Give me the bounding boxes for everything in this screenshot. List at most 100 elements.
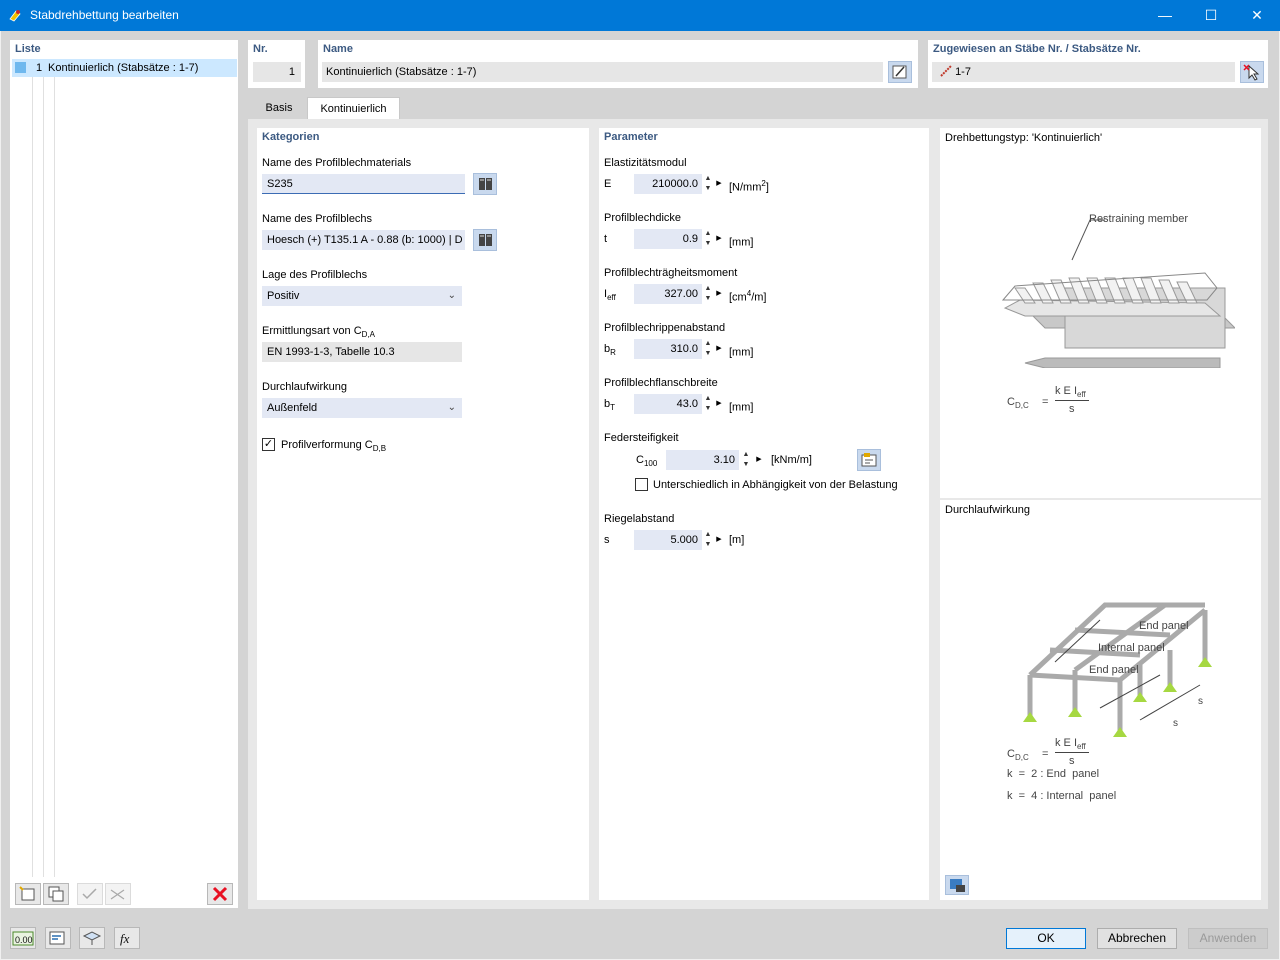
assigned-panel: Zugewiesen an Stäbe Nr. / Stabsätze Nr. … [928, 40, 1268, 88]
svg-text:0.00: 0.00 [15, 935, 33, 945]
param-input[interactable]: 0.9 [634, 229, 702, 249]
formula-top: CD,C = k E Ieff s [1007, 384, 1127, 418]
copy-icon [48, 886, 64, 902]
param-unit: [N/mm2] [729, 179, 769, 194]
param-arrow-icon[interactable]: ▶ [714, 174, 724, 194]
parameter-panel: Parameter Elastizitätsmodul E 210000.0 ▲ ▼ ▶[… [599, 128, 929, 900]
param-symbol: bT [604, 398, 616, 413]
k-end-text: k = 2 : End panel [1007, 768, 1100, 780]
chevron-down-icon: ⌄ [447, 402, 456, 413]
categories-header: Kategorien [262, 131, 320, 143]
param-input[interactable]: 43.0 [634, 394, 702, 414]
name-field[interactable]: Kontinuierlich (Stabsätze : 1-7) [322, 62, 883, 82]
spring-label: Federsteifigkeit [604, 432, 679, 444]
check-all-button[interactable] [77, 883, 103, 905]
sheet-library-button[interactable] [473, 229, 497, 251]
position-select[interactable]: Positiv ⌄ [262, 286, 462, 306]
formula-eq: = [1042, 396, 1049, 408]
new-item-icon [19, 886, 35, 901]
library-book-icon [479, 178, 492, 190]
param-label: Elastizitätsmodul [604, 157, 687, 169]
param-input[interactable]: 310.0 [634, 339, 702, 359]
uncheck-all-button[interactable] [105, 883, 131, 905]
tree-line [54, 77, 55, 877]
spacing-arrow-icon[interactable]: ▶ [714, 530, 724, 550]
method-field: EN 1993-1-3, Tabelle 10.3 [262, 342, 462, 362]
uncheck-icon [110, 889, 125, 900]
param-spinner[interactable]: ▲ ▼ [703, 174, 713, 194]
param-input[interactable]: 327.00 [634, 284, 702, 304]
method-label: Ermittlungsart von CD,A [262, 325, 375, 340]
display-settings-icon [49, 931, 65, 945]
spring-spinner[interactable]: ▲ ▼ [741, 450, 751, 470]
parameter-header: Parameter [604, 131, 658, 143]
continuity-select[interactable]: Außenfeld ⌄ [262, 398, 462, 418]
material-library-button[interactable] [473, 173, 497, 195]
k-internal-text: k = 4 : Internal panel [1007, 790, 1117, 802]
param-spinner[interactable]: ▲ ▼ [703, 339, 713, 359]
delete-button[interactable] [207, 883, 233, 905]
param-unit: [cm4/m] [729, 289, 767, 304]
assigned-label: Zugewiesen an Stäbe Nr. / Stabsätze Nr. [933, 43, 1141, 55]
minimize-button[interactable]: — [1142, 0, 1188, 31]
assigned-field[interactable]: 1-7 [932, 62, 1235, 82]
spring-input[interactable]: 3.10 [666, 450, 739, 470]
param-symbol: bR [604, 343, 616, 358]
spacing-spinner[interactable]: ▲ ▼ [703, 530, 713, 550]
item-color-swatch [15, 62, 26, 73]
material-input[interactable]: S235 [262, 174, 465, 194]
tree-line [43, 77, 44, 877]
apply-button[interactable]: Anwenden [1188, 928, 1268, 949]
image-options-button[interactable] [945, 875, 969, 895]
delete-icon [212, 886, 228, 902]
deformation-checkbox[interactable]: ✓ [262, 438, 275, 451]
tab-kontinuierlich[interactable]: Kontinuierlich [307, 97, 400, 119]
name-panel: Name Kontinuierlich (Stabsätze : 1-7) [318, 40, 918, 88]
maximize-button[interactable]: ☐ [1188, 0, 1234, 31]
app-icon [9, 10, 21, 22]
tab-basis[interactable]: Basis [254, 97, 304, 119]
end-panel-label-2: End panel [1089, 664, 1139, 676]
restraining-member-illustration [1001, 219, 1235, 368]
param-arrow-icon[interactable]: ▶ [714, 394, 724, 414]
span-s-label-1: s [1198, 696, 1203, 707]
spring-arrow-icon[interactable]: ▶ [754, 450, 764, 470]
load-dependent-checkbox[interactable] [635, 478, 648, 491]
param-spinner[interactable]: ▲ ▼ [703, 394, 713, 414]
view-button[interactable] [79, 927, 105, 949]
edit-name-button[interactable] [888, 61, 912, 83]
cancel-button[interactable]: Abbrechen [1097, 928, 1177, 949]
formula-button[interactable]: fx [114, 927, 140, 949]
param-input[interactable]: 210000.0 [634, 174, 702, 194]
new-item-button[interactable] [15, 883, 41, 905]
display-settings-button[interactable] [45, 927, 71, 949]
ok-button[interactable]: OK [1006, 928, 1086, 949]
name-label: Name [323, 43, 353, 55]
close-window-button[interactable]: ✕ [1234, 0, 1280, 31]
param-symbol: Ieff [604, 288, 616, 303]
number-field[interactable]: 1 [253, 62, 301, 82]
units-button[interactable]: 0.00 [10, 927, 36, 949]
param-spinner[interactable]: ▲ ▼ [703, 284, 713, 304]
param-arrow-icon[interactable]: ▶ [714, 339, 724, 359]
param-arrow-icon[interactable]: ▶ [714, 229, 724, 249]
title-bar: Stabdrehbettung bearbeiten — ☐ ✕ [0, 0, 1280, 31]
param-arrow-icon[interactable]: ▶ [714, 284, 724, 304]
svg-text:fx: fx [120, 931, 130, 946]
check-icon [82, 888, 97, 900]
sheet-input[interactable]: Hoesch (+) T135.1 A - 0.88 (b: 1000) | D [262, 230, 465, 250]
select-members-button[interactable] [1240, 61, 1264, 83]
list-item[interactable]: 1 Kontinuierlich (Stabsätze : 1-7) [12, 59, 237, 77]
assigned-value: 1-7 [955, 66, 971, 78]
spacing-symbol: s [604, 534, 610, 546]
spacing-input[interactable]: 5.000 [634, 530, 702, 550]
continuity-value: Außenfeld [267, 402, 318, 414]
spring-calc-button[interactable] [857, 449, 881, 471]
type-title: Drehbettungstyp: 'Kontinuierlich' [945, 132, 1103, 144]
param-spinner[interactable]: ▲ ▼ [703, 229, 713, 249]
position-value: Positiv [267, 290, 300, 302]
spacing-unit: [m] [729, 534, 745, 546]
spacing-label: Riegelabstand [604, 513, 675, 525]
copy-item-button[interactable] [43, 883, 69, 905]
param-label: Profilblechträgheitsmoment [604, 267, 738, 279]
